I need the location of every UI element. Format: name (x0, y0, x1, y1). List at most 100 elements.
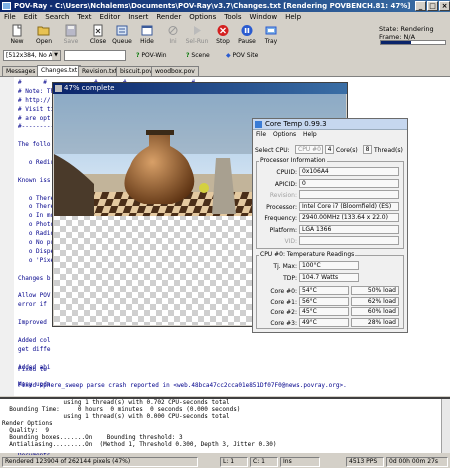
tdp-value: 104.7 Watts (302, 274, 339, 281)
menu-options[interactable]: Options (185, 12, 220, 23)
hide-button[interactable]: Hide (134, 24, 160, 48)
stop-button-label: Stop (216, 38, 230, 45)
minimize-button[interactable]: _ (415, 1, 426, 11)
core-load-box: 50% load (351, 286, 399, 295)
tjmax-label: Tj. Max: (273, 263, 297, 270)
menu-edit[interactable]: Edit (20, 12, 42, 23)
info-value-box (299, 236, 399, 245)
cores-value: 4 (327, 146, 332, 153)
core-temp-box: 45°C (299, 307, 349, 316)
message-output-pane[interactable]: using 1 thread(s) with 0.702 CPU-seconds… (0, 397, 450, 453)
open-folder-icon (37, 26, 50, 36)
output-line: Antialiasing.........On (Method 1, Thres… (2, 441, 277, 448)
stop-button[interactable]: Stop (210, 24, 236, 48)
close-doc-button[interactable]: Close (85, 24, 111, 48)
render-progress-fill (381, 41, 412, 44)
cpu-select[interactable]: CPU #0 (295, 145, 323, 154)
core-load-box: 28% load (351, 317, 399, 327)
cores-count: 4 (325, 145, 334, 154)
menu-tools[interactable]: Tools (220, 12, 245, 23)
pause-button[interactable]: Pause (234, 24, 260, 48)
pixels-per-second: 4513 PPS (349, 458, 378, 465)
scene-link[interactable]: ? Scene (186, 50, 210, 61)
core-label: Core #2: (270, 309, 297, 316)
core-temp-box: 49°C (299, 317, 349, 327)
tray-button-label: Tray (264, 38, 278, 45)
coretemp-window[interactable]: Core Temp 0.99.3 File Options Help Selec… (252, 118, 408, 333)
menu-editor[interactable]: Editor (96, 12, 125, 23)
queue-button[interactable]: Queue (109, 24, 135, 48)
output-line: Bounding Time: 0 hours 0 minutes 0 secon… (2, 406, 241, 413)
scene-label: Scene (191, 52, 210, 59)
povsite-label: POV Site (232, 52, 259, 59)
threads-value: 8 (365, 146, 370, 153)
povray-app-icon (2, 2, 11, 10)
tab-revision[interactable]: Revision.txt (78, 66, 122, 76)
core-temp: 45°C (302, 308, 317, 315)
povwin-label: POV-Win (141, 52, 167, 59)
sel-run-button[interactable]: Sel-Run (184, 24, 210, 48)
menu-help[interactable]: Help (281, 12, 305, 23)
tab-woodbox[interactable]: woodbox.pov (151, 66, 199, 76)
close-window-button[interactable]: × (439, 1, 450, 11)
ini-button[interactable]: Ini (160, 24, 186, 48)
ct-menu-options[interactable]: Options (273, 131, 296, 138)
core-temp: 56°C (302, 297, 317, 305)
core-temp-box: 56°C (299, 296, 349, 306)
info-value: 0 (302, 179, 306, 187)
info-value-box: Intel Core i7 (Bloomfield) (ES) (299, 201, 399, 211)
save-button[interactable]: Save (58, 24, 84, 48)
menu-file[interactable]: File (0, 12, 20, 23)
menu-search[interactable]: Search (41, 12, 73, 23)
info-label: APICID: (274, 180, 297, 188)
resolution-select[interactable]: [512x384, No AA] ▼ (3, 50, 61, 61)
state-label: State: (379, 25, 399, 33)
tjmax-value-box: 100°C (299, 261, 359, 270)
threads-label: Thread(s) (374, 147, 403, 154)
tjmax-value: 100°C (302, 262, 321, 269)
ct-menu-file[interactable]: File (256, 131, 266, 138)
core-load: 28% load (367, 318, 396, 326)
sel-run-icon (194, 26, 201, 35)
editor-line: get diffe (18, 345, 51, 353)
queue-button-label: Queue (112, 38, 132, 45)
core-temp: 54°C (302, 287, 317, 294)
povwin-link[interactable]: ? POV-Win (136, 50, 167, 61)
rendered-pixels-text: Rendered 123904 of 262144 pixels (47%) (5, 458, 131, 465)
maximize-button[interactable]: □ (427, 1, 438, 11)
menu-window[interactable]: Window (246, 12, 282, 23)
main-toolbar: New Open Save Close Queue Hide Ini Sel-R… (0, 23, 376, 49)
povsite-link[interactable]: ◆ POV Site (226, 50, 258, 61)
menu-insert[interactable]: Insert (124, 12, 152, 23)
render-window-title: 47% complete (64, 84, 115, 92)
tray-button[interactable]: Tray (258, 24, 284, 48)
cpu-select-value: CPU #0 (298, 146, 321, 153)
coretemp-titlebar: Core Temp 0.99.3 (253, 119, 407, 130)
tab-messages[interactable]: Messages (2, 66, 40, 76)
info-label: VID: (284, 238, 297, 245)
ini-button-label: Ini (169, 38, 177, 45)
tray-icon (265, 26, 277, 35)
tab-changes[interactable]: Changes.txt (37, 65, 82, 76)
editor-line: Fixed tw (18, 366, 47, 373)
new-button[interactable]: New (4, 24, 30, 48)
menu-render[interactable]: Render (152, 12, 185, 23)
menu-bar: File Edit Search Text Editor Insert Render Opti… (0, 12, 450, 23)
menu-text[interactable]: Text (73, 12, 95, 23)
editor-line-bottom: Fixed sphere_sweep parse crash reported … (18, 382, 347, 389)
command-line-field[interactable] (64, 50, 126, 61)
render-window-titlebar: 47% complete (53, 83, 347, 94)
coretemp-menu: File Options Help (253, 130, 407, 140)
open-button[interactable]: Open (31, 24, 57, 48)
info-value: Intel Core i7 (Bloomfield) (ES) (302, 202, 392, 210)
stop-icon (217, 25, 229, 36)
status-rendered: Rendered 123904 of 262144 pixels (47%) (2, 457, 198, 467)
render-progress-bar (380, 40, 446, 45)
ct-menu-help[interactable]: Help (303, 131, 317, 138)
elapsed-time: 0d 00h 00m 27s (389, 458, 439, 465)
info-value-box: LGA 1366 (299, 224, 399, 234)
output-scrollbar[interactable] (441, 399, 450, 453)
core-load: 60% load (367, 308, 396, 315)
